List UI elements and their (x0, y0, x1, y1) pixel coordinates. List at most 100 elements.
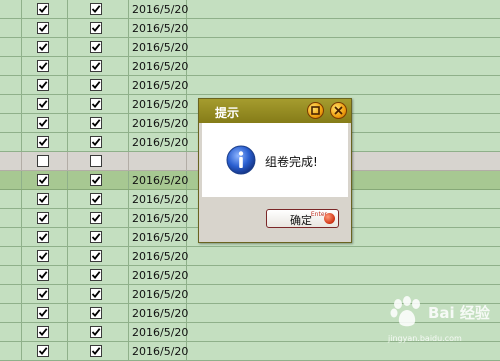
table-row[interactable]: 2016/5/20 (0, 76, 500, 95)
column-divider (21, 285, 22, 303)
column-divider (128, 114, 129, 132)
row-checkbox-b[interactable] (90, 250, 102, 262)
table-row[interactable]: 2016/5/20 (0, 0, 500, 19)
column-divider (67, 209, 68, 227)
column-divider (21, 19, 22, 37)
table-row[interactable]: 2016/5/20 (0, 57, 500, 76)
row-checkbox-b[interactable] (90, 231, 102, 243)
column-divider (67, 323, 68, 341)
date-cell: 2016/5/20 (132, 345, 189, 358)
row-checkbox-b[interactable] (90, 117, 102, 129)
table-row[interactable]: 2016/5/20 (0, 247, 500, 266)
ok-button[interactable]: 确定 Enter (266, 209, 339, 228)
row-checkbox-b[interactable] (90, 212, 102, 224)
date-cell: 2016/5/20 (132, 250, 189, 263)
row-checkbox-b[interactable] (90, 345, 102, 357)
row-checkbox-b[interactable] (90, 174, 102, 186)
row-checkbox-a[interactable] (37, 22, 49, 34)
column-divider (67, 266, 68, 284)
date-cell: 2016/5/20 (132, 288, 189, 301)
row-checkbox-b[interactable] (90, 326, 102, 338)
close-button[interactable] (330, 102, 347, 119)
info-icon (226, 145, 256, 175)
column-divider (67, 285, 68, 303)
row-checkbox-b[interactable] (90, 22, 102, 34)
row-checkbox-b[interactable] (90, 155, 102, 167)
column-divider (128, 133, 129, 151)
column-divider (67, 114, 68, 132)
row-checkbox-a[interactable] (37, 155, 49, 167)
row-checkbox-a[interactable] (37, 307, 49, 319)
row-checkbox-a[interactable] (37, 117, 49, 129)
row-checkbox-a[interactable] (37, 231, 49, 243)
column-divider (21, 133, 22, 151)
column-divider (21, 228, 22, 246)
row-checkbox-a[interactable] (37, 288, 49, 300)
date-cell: 2016/5/20 (132, 3, 189, 16)
row-checkbox-a[interactable] (37, 98, 49, 110)
table-row[interactable]: 2016/5/20 (0, 304, 500, 323)
column-divider (128, 266, 129, 284)
column-divider (128, 342, 129, 360)
date-cell: 2016/5/20 (132, 117, 189, 130)
column-divider (128, 57, 129, 75)
column-divider (128, 38, 129, 56)
maximize-button[interactable] (307, 102, 324, 119)
date-cell: 2016/5/20 (132, 269, 189, 282)
column-divider (21, 114, 22, 132)
column-divider (186, 152, 187, 170)
table-row[interactable]: 2016/5/20 (0, 323, 500, 342)
table-row[interactable]: 2016/5/20 (0, 285, 500, 304)
row-checkbox-a[interactable] (37, 79, 49, 91)
ok-button-label: 确定 (290, 214, 312, 227)
row-checkbox-b[interactable] (90, 307, 102, 319)
column-divider (21, 342, 22, 360)
column-divider (21, 0, 22, 18)
row-checkbox-b[interactable] (90, 41, 102, 53)
column-divider (128, 285, 129, 303)
column-divider (21, 57, 22, 75)
row-checkbox-b[interactable] (90, 60, 102, 72)
date-cell: 2016/5/20 (132, 79, 189, 92)
column-divider (128, 323, 129, 341)
dialog-titlebar[interactable]: 提示 (199, 99, 351, 123)
date-cell: 2016/5/20 (132, 136, 189, 149)
row-checkbox-b[interactable] (90, 193, 102, 205)
column-divider (21, 323, 22, 341)
row-checkbox-a[interactable] (37, 193, 49, 205)
table-row[interactable]: 2016/5/20 (0, 19, 500, 38)
row-checkbox-a[interactable] (37, 212, 49, 224)
row-checkbox-a[interactable] (37, 174, 49, 186)
table-row[interactable]: 2016/5/20 (0, 266, 500, 285)
column-divider (21, 266, 22, 284)
row-checkbox-b[interactable] (90, 269, 102, 281)
table-row[interactable]: 2016/5/20 (0, 342, 500, 361)
row-checkbox-b[interactable] (90, 3, 102, 15)
date-cell: 2016/5/20 (132, 326, 189, 339)
row-checkbox-b[interactable] (90, 288, 102, 300)
row-checkbox-b[interactable] (90, 79, 102, 91)
message-dialog: 提示 组卷完成! 确定 Enter (198, 98, 352, 243)
row-checkbox-b[interactable] (90, 136, 102, 148)
row-checkbox-a[interactable] (37, 3, 49, 15)
date-cell: 2016/5/20 (132, 212, 189, 225)
table-row[interactable]: 2016/5/20 (0, 38, 500, 57)
column-divider (67, 19, 68, 37)
column-divider (128, 190, 129, 208)
row-checkbox-a[interactable] (37, 269, 49, 281)
row-checkbox-a[interactable] (37, 60, 49, 72)
row-checkbox-b[interactable] (90, 98, 102, 110)
row-checkbox-a[interactable] (37, 326, 49, 338)
row-checkbox-a[interactable] (37, 41, 49, 53)
column-divider (128, 247, 129, 265)
date-cell: 2016/5/20 (132, 98, 189, 111)
column-divider (128, 95, 129, 113)
column-divider (21, 95, 22, 113)
row-checkbox-a[interactable] (37, 136, 49, 148)
row-checkbox-a[interactable] (37, 250, 49, 262)
column-divider (67, 133, 68, 151)
row-checkbox-a[interactable] (37, 345, 49, 357)
column-divider (67, 171, 68, 189)
column-divider (67, 228, 68, 246)
column-divider (128, 304, 129, 322)
